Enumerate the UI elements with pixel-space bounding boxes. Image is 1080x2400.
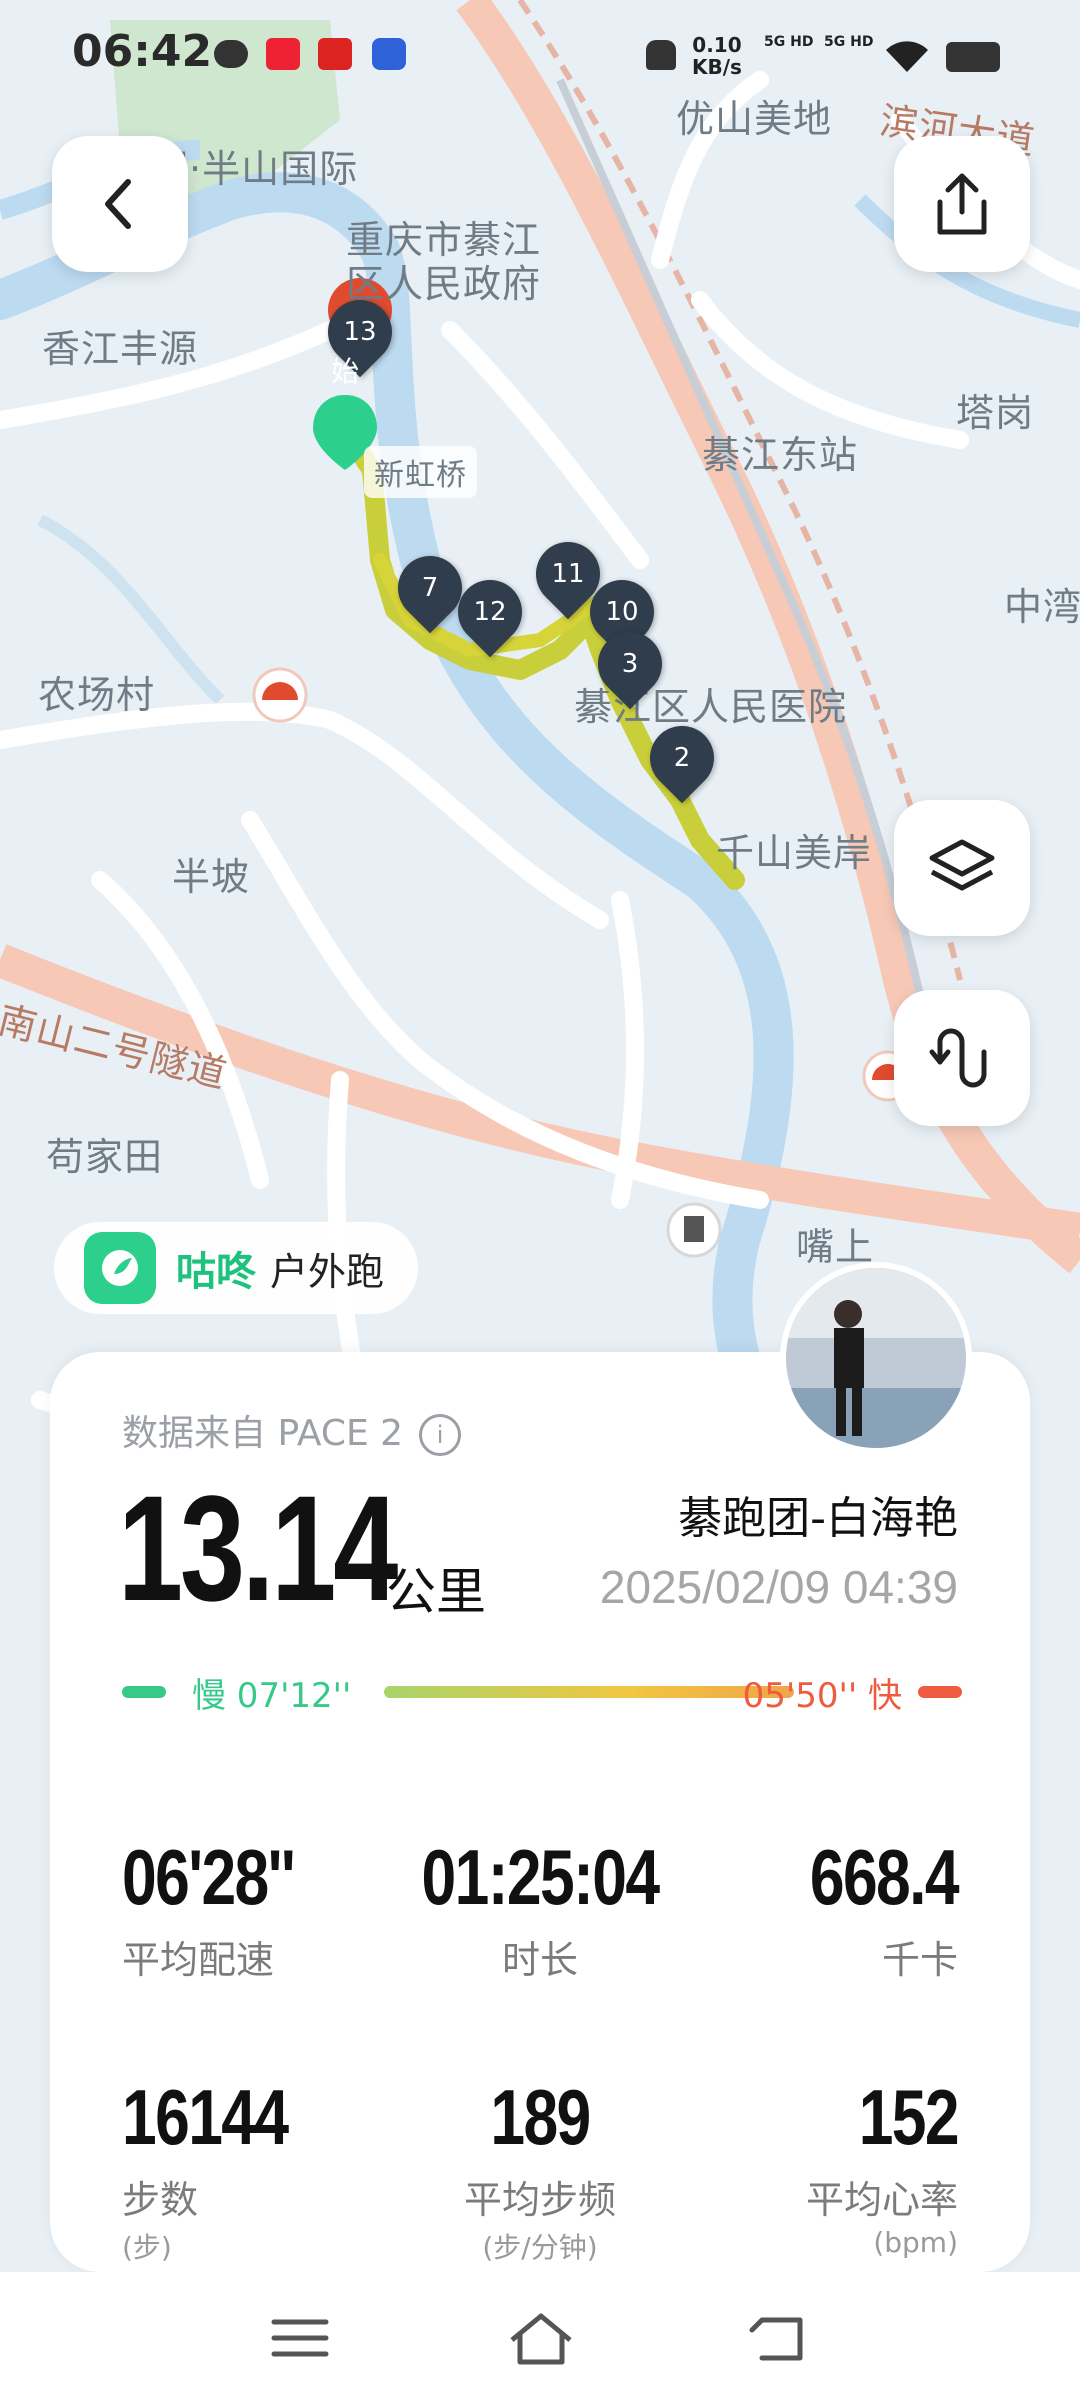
avatar[interactable] — [780, 1262, 972, 1454]
info-icon[interactable]: i — [419, 1414, 462, 1456]
chevron-left-icon — [105, 179, 131, 229]
codoon-logo-icon — [84, 1232, 156, 1304]
app-notification-icon — [266, 38, 300, 70]
mute-bell-icon — [646, 40, 676, 70]
pace-legend: 慢 07'12'' 05'50'' 快 — [122, 1668, 962, 1716]
activity-mode: 户外跑 — [270, 1249, 385, 1294]
map-label: 苟家田 — [46, 1135, 164, 1179]
stat-cadence: 189 平均步频 (步/分钟) — [463, 2073, 616, 2264]
map-label: 綦江东站 — [702, 433, 859, 477]
net-speed: 0.10 KB/s — [692, 33, 742, 79]
marker-label: 3 — [621, 649, 639, 679]
fast-indicator — [918, 1686, 962, 1698]
route-km-marker[interactable]: 2 — [636, 712, 728, 804]
wifi-icon — [886, 41, 928, 72]
stat-duration: 01:25:04 时长 — [421, 1833, 661, 1982]
route-toggle-button[interactable] — [894, 990, 1030, 1126]
marker-label: 2 — [673, 743, 691, 773]
back-button[interactable] — [52, 136, 188, 272]
map-label: 半坡 — [172, 855, 251, 899]
pace-slow-label: 慢 07'12'' — [192, 1676, 352, 1716]
app-notification-icon — [318, 38, 352, 70]
start-marker-label: 始 — [330, 355, 359, 388]
battery-icon — [946, 42, 1000, 72]
route-curve-icon — [929, 1028, 987, 1088]
activity-summary-card: 数据来自 PACE 2i 13.14 公里 綦跑团-白海艳 2025/02/09… — [50, 1352, 1030, 2272]
map-label: 重庆市綦江区人民政府 — [346, 218, 542, 306]
share-icon — [937, 173, 987, 235]
menu-icon[interactable] — [270, 2316, 330, 2360]
app-badge: 咕咚 户外跑 — [54, 1222, 419, 1314]
app-name: 咕咚 — [176, 1249, 256, 1295]
back-nav-icon[interactable] — [748, 2312, 812, 2366]
distance-unit: 公里 — [386, 1563, 486, 1621]
map-label: 中湾 — [1004, 585, 1080, 629]
stat-calories: 668.4 千卡 — [809, 1833, 960, 1982]
share-button[interactable] — [894, 136, 1030, 272]
system-nav-bar — [0, 2272, 1080, 2400]
sim1-signal: 5G HD — [764, 34, 814, 50]
map-layers-button[interactable] — [894, 800, 1030, 936]
activity-datetime: 2025/02/09 04:39 — [599, 1561, 958, 1613]
map-label: 农场村 — [38, 673, 156, 717]
stat-heart-rate: 152 平均心率 (bpm) — [805, 2073, 960, 2259]
baidu-icon — [372, 38, 406, 70]
pace-fast-label: 05'50'' 快 — [742, 1676, 902, 1716]
marker-label: 7 — [421, 573, 439, 603]
stat-steps: 16144 步数 (步) — [122, 2073, 289, 2264]
runner-name: 綦跑团-白海艳 — [678, 1493, 958, 1544]
status-time: 06:42 — [72, 26, 213, 77]
wechat-icon — [214, 40, 248, 68]
map-label: 千山美岸 — [716, 831, 873, 875]
map-label: 塔岗 — [956, 391, 1035, 435]
route-km-marker[interactable]: 3 — [584, 618, 676, 710]
distance-value: 13.14 — [118, 1464, 398, 1632]
home-icon[interactable] — [506, 2308, 576, 2368]
marker-label: 12 — [473, 597, 507, 627]
route-km-marker[interactable]: 12 — [444, 566, 536, 658]
sim2-signal: 5G HD — [824, 34, 874, 50]
slow-indicator — [122, 1686, 166, 1698]
status-bar: 06:42 0.10 KB/s 5G HD 5G HD — [0, 0, 1080, 110]
map-label: 新虹桥 — [364, 446, 477, 498]
pace-gradient — [384, 1686, 794, 1698]
layers-icon — [929, 839, 995, 891]
map-label: 香江丰源 — [42, 327, 199, 371]
data-source: 数据来自 PACE 2i — [122, 1404, 462, 1456]
stat-avg-pace: 06'28'' 平均配速 — [122, 1833, 296, 1982]
